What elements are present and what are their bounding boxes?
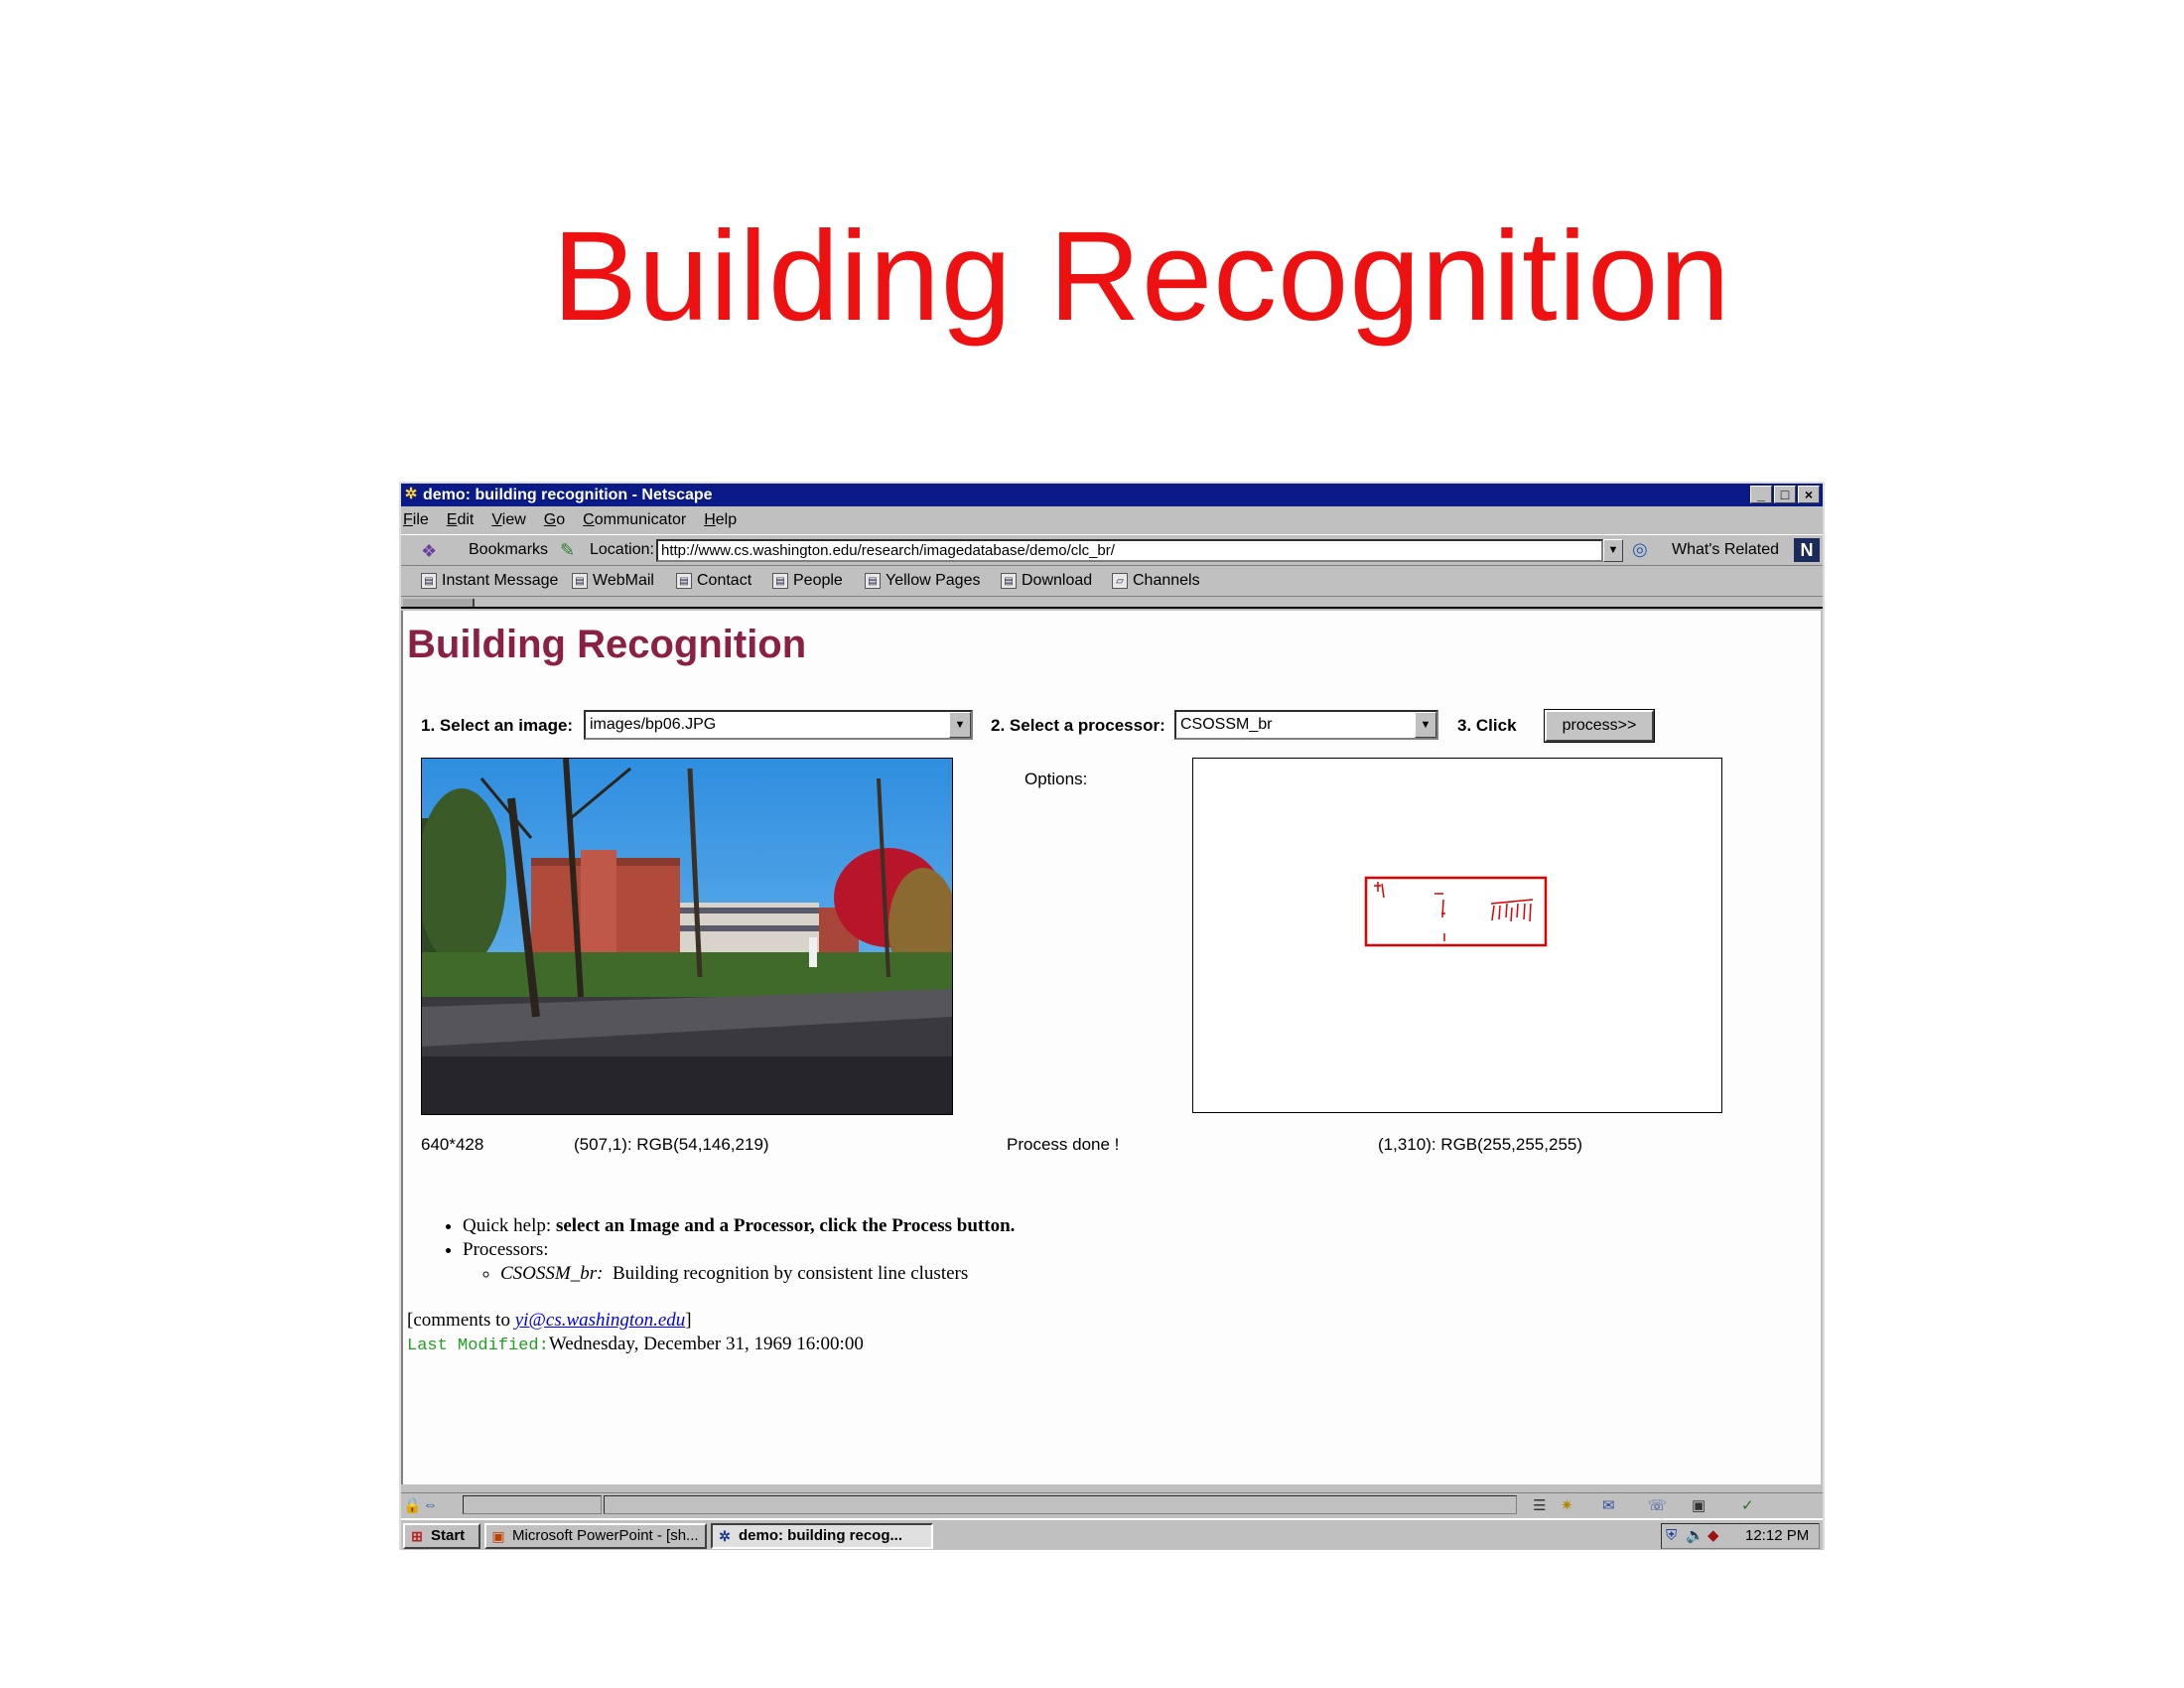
processor-select-value: CSOSSM_br: [1180, 716, 1273, 733]
taskbar-item-powerpoint[interactable]: ▣ Microsoft PowerPoint - [sh...: [484, 1523, 707, 1549]
windows-taskbar: ⊞ Start ▣ Microsoft PowerPoint - [sh... ✲ d…: [401, 1518, 1823, 1550]
processor-description: CSOSSM_br: Building recognition by consi…: [500, 1262, 1015, 1286]
browser-window: ✲ demo: building recognition - Netscape …: [399, 482, 1825, 1550]
network-icon[interactable]: ◆: [1707, 1524, 1719, 1548]
toolbar-channels[interactable]: ▱ Channels: [1112, 572, 1200, 590]
process-status: Process done !: [1007, 1135, 1120, 1154]
netscape-icon: ✲: [404, 486, 418, 502]
toolbar-download[interactable]: ▤ Download: [1001, 572, 1092, 590]
building-photo: [422, 759, 952, 1114]
process-button[interactable]: process>>: [1544, 709, 1655, 743]
menu-communicator[interactable]: Communicator: [583, 508, 686, 532]
speaker-icon[interactable]: 🔈: [1686, 1524, 1705, 1548]
menu-help[interactable]: Help: [704, 508, 737, 532]
toolbar-grip[interactable]: [401, 599, 1823, 609]
step3-label: 3. Click: [1457, 716, 1517, 735]
url-dropdown-arrow[interactable]: ▼: [1603, 539, 1623, 562]
grip-tab[interactable]: [403, 599, 475, 607]
input-image[interactable]: [421, 758, 953, 1115]
detection-result: [1364, 876, 1548, 947]
bookmark-icon: ▤: [676, 573, 692, 589]
edit-icon[interactable]: ✓: [1741, 1496, 1754, 1514]
minimize-button[interactable]: _: [1750, 486, 1772, 503]
composer-icon[interactable]: ▣: [1692, 1496, 1706, 1514]
start-button[interactable]: ⊞ Start: [403, 1523, 480, 1549]
connection-icon: ⇔: [423, 1496, 438, 1513]
building-detection-box: [1364, 876, 1548, 947]
maximize-button[interactable]: □: [1774, 486, 1796, 503]
result-canvas[interactable]: [1192, 758, 1722, 1113]
help-section: Quick help: select an Image and a Proces…: [443, 1214, 1015, 1286]
pixel-info-right: (1,310): RGB(255,255,255): [1378, 1135, 1583, 1154]
toolbar-people[interactable]: ▤ People: [772, 572, 843, 590]
shield-icon[interactable]: ⛨: [1666, 1524, 1677, 1548]
personal-toolbar: ▤ Instant Message ▤ WebMail ▤ Contact ▤ Peop…: [401, 567, 1823, 597]
step2-label: 2. Select a processor:: [991, 716, 1165, 735]
taskbar-item-netscape[interactable]: ✲ demo: building recog...: [711, 1523, 933, 1549]
menu-go[interactable]: Go: [544, 508, 565, 532]
location-icon[interactable]: ✎: [560, 540, 575, 561]
bookmarks-icon[interactable]: ❖: [421, 541, 437, 562]
netscape-icon: ✲: [719, 1528, 731, 1544]
bookmark-icon: ▤: [572, 573, 588, 589]
mail-icon[interactable]: ✉: [1602, 1496, 1615, 1514]
menu-file[interactable]: File: [403, 508, 429, 532]
whats-related-icon[interactable]: ◎: [1632, 539, 1648, 560]
browser-status-bar: 🔒 ⇔ ☰ ✷ ✉ ☏ ▣ ✓: [401, 1492, 1823, 1516]
menu-bar: File Edit View Go Communicator Help: [401, 508, 1823, 532]
status-text-cell: [604, 1495, 1517, 1514]
toolbar-yellow-pages[interactable]: ▤ Yellow Pages: [865, 572, 980, 590]
progress-cell: [463, 1495, 602, 1514]
navigator-icon[interactable]: ✷: [1561, 1496, 1573, 1514]
bookmark-icon: ▤: [1001, 573, 1017, 589]
page-content: Building Recognition 1. Select an image:…: [401, 611, 1821, 1484]
options-label: Options:: [1024, 770, 1088, 788]
quick-help-item: Quick help: select an Image and a Proces…: [463, 1214, 1015, 1238]
window-title: demo: building recognition - Netscape: [423, 487, 713, 503]
comments-line: [comments to yi@cs.washington.edu]: [407, 1310, 692, 1331]
security-icon[interactable]: 🔒: [403, 1496, 422, 1514]
whats-related-button[interactable]: What's Related: [1672, 541, 1779, 559]
step1-label: 1. Select an image:: [421, 716, 574, 735]
discussions-icon[interactable]: ☏: [1648, 1496, 1667, 1514]
chevron-down-icon[interactable]: ▼: [949, 712, 971, 738]
windows-logo-icon: ⊞: [411, 1528, 423, 1544]
bookmark-icon: ▤: [772, 573, 788, 589]
image-select-value: images/bp06.JPG: [590, 716, 717, 733]
netscape-logo: N: [1794, 538, 1820, 562]
window-titlebar[interactable]: ✲ demo: building recognition - Netscape …: [401, 484, 1823, 506]
processors-item: Processors: CSOSSM_br: Building recognit…: [463, 1238, 1015, 1286]
chevron-down-icon[interactable]: ▼: [1415, 712, 1436, 738]
location-label: Location:: [590, 541, 654, 558]
comments-email-link[interactable]: yi@cs.washington.edu: [515, 1310, 686, 1331]
window-controls: _ □ ×: [1750, 486, 1820, 503]
toolbar-instant-message[interactable]: ▤ Instant Message: [421, 572, 558, 590]
image-select[interactable]: images/bp06.JPG ▼: [584, 710, 973, 740]
bookmark-icon: ▤: [421, 573, 437, 589]
bookmark-icon: ▤: [865, 573, 881, 589]
bookmarks-button[interactable]: Bookmarks: [469, 541, 548, 559]
line-clusters: [1374, 882, 1534, 941]
slide-title: Building Recognition: [552, 206, 1731, 348]
menu-view[interactable]: View: [491, 508, 525, 532]
component-bar-icon[interactable]: ☰: [1533, 1496, 1546, 1514]
menu-edit[interactable]: Edit: [447, 508, 475, 532]
powerpoint-icon: ▣: [491, 1528, 505, 1544]
system-tray: ⛨ 🔈 ◆ 12:12 PM: [1661, 1523, 1820, 1549]
processor-select[interactable]: CSOSSM_br ▼: [1174, 710, 1438, 740]
clock[interactable]: 12:12 PM: [1745, 1524, 1809, 1548]
pixel-info-left: (507,1): RGB(54,146,219): [574, 1135, 769, 1154]
toolbar-contact[interactable]: ▤ Contact: [676, 572, 751, 590]
image-size: 640*428: [421, 1135, 484, 1154]
location-toolbar: ❖ Bookmarks ✎ Location: http://www.cs.wa…: [401, 534, 1823, 566]
url-input[interactable]: http://www.cs.washington.edu/research/im…: [656, 539, 1603, 562]
channels-icon: ▱: [1112, 573, 1128, 589]
close-button[interactable]: ×: [1798, 486, 1820, 503]
last-modified: Last Modified:Wednesday, December 31, 19…: [407, 1334, 864, 1355]
page-heading: Building Recognition: [407, 623, 807, 666]
toolbar-webmail[interactable]: ▤ WebMail: [572, 572, 654, 590]
